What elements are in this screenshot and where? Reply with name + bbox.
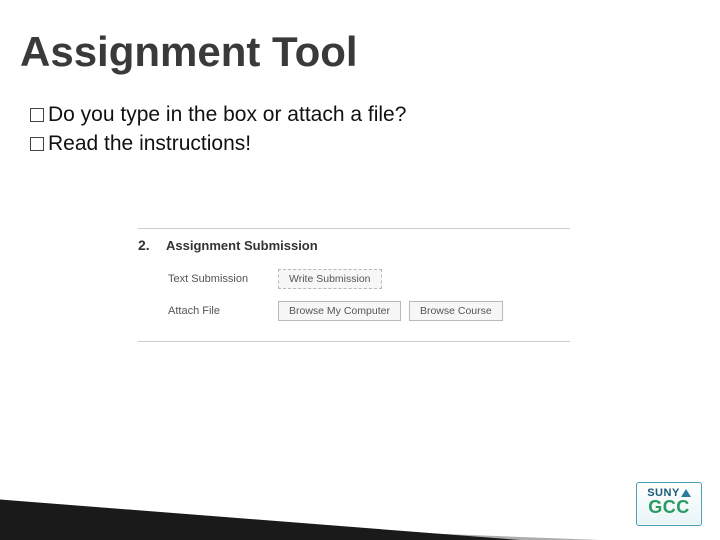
square-bullet-icon	[30, 108, 44, 122]
attach-file-label: Attach File	[168, 305, 278, 317]
suny-gcc-logo: SUNY GCC	[636, 482, 702, 526]
step-title: Assignment Submission	[166, 238, 318, 253]
slide: Assignment Tool Do you type in the box o…	[0, 0, 720, 540]
slide-title: Assignment Tool	[20, 28, 358, 76]
write-submission-button[interactable]: Write Submission	[278, 269, 382, 289]
logo-line-2: GCC	[637, 498, 701, 516]
screenshot-heading-row: 2. Assignment Submission	[138, 235, 570, 263]
text-submission-row: Text Submission Write Submission	[138, 263, 570, 295]
browse-my-computer-button[interactable]: Browse My Computer	[278, 301, 401, 321]
bullet-text: Do you type in the box or attach a file?	[48, 103, 406, 126]
text-submission-label: Text Submission	[168, 273, 278, 285]
step-number: 2.	[138, 237, 156, 253]
attach-file-row: Attach File Browse My Computer Browse Co…	[138, 295, 570, 327]
divider	[138, 341, 570, 342]
square-bullet-icon	[30, 137, 44, 151]
triangle-icon	[681, 489, 691, 497]
bullet-item: Read the instructions!	[30, 129, 406, 158]
browse-course-button[interactable]: Browse Course	[409, 301, 503, 321]
embedded-screenshot: 2. Assignment Submission Text Submission…	[138, 228, 570, 342]
decorative-wedge-dark	[0, 498, 520, 540]
bullet-text: Read the instructions!	[48, 132, 251, 155]
bullet-list: Do you type in the box or attach a file?…	[30, 100, 406, 159]
bullet-item: Do you type in the box or attach a file?	[30, 100, 406, 129]
divider	[138, 228, 570, 229]
